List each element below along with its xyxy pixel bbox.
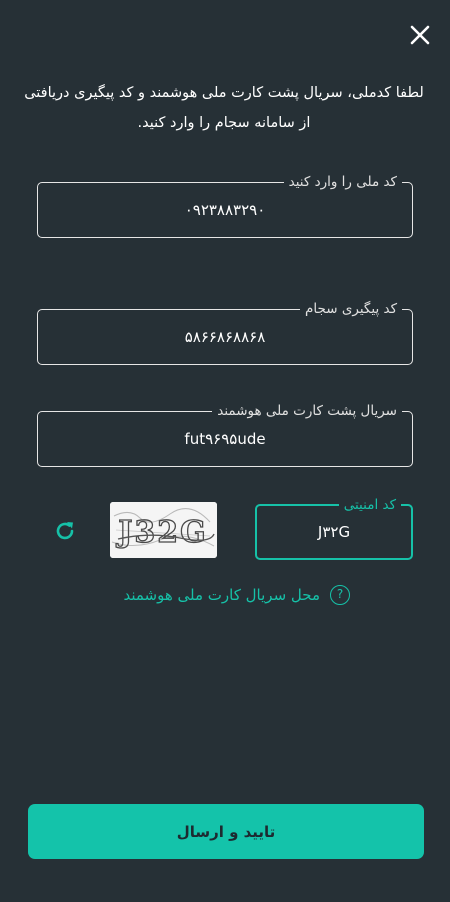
captcha-text: J32G	[115, 515, 208, 550]
captcha-image: J32G	[110, 502, 217, 558]
card-serial-label: سریال پشت کارت ملی هوشمند	[212, 402, 402, 420]
card-serial-help-link[interactable]: ? محل سریال کارت ملی هوشمند	[100, 582, 350, 608]
intro-text: لطفا کدملی، سریال پشت کارت ملی هوشمند و …	[24, 85, 424, 131]
national-code-input[interactable]: ۰۹۲۳۸۸۳۲۹۰	[38, 201, 412, 219]
security-code-field[interactable]: کد امنیتی J۳۲G	[255, 496, 413, 560]
close-button[interactable]	[407, 22, 433, 48]
tracking-code-field[interactable]: کد پیگیری سجام ۵۸۶۶۸۶۸۸۶۸	[37, 300, 413, 365]
tracking-code-input[interactable]: ۵۸۶۶۸۶۸۸۶۸	[38, 328, 412, 346]
submit-button[interactable]: تایید و ارسال	[28, 804, 424, 859]
tracking-code-label: کد پیگیری سجام	[300, 300, 402, 318]
card-serial-input[interactable]: fut۹۶۹۵ude	[38, 430, 412, 448]
refresh-captcha-button[interactable]	[52, 518, 78, 544]
close-icon	[410, 25, 430, 45]
refresh-icon	[56, 522, 74, 540]
national-code-field[interactable]: کد ملی را وارد کنید ۰۹۲۳۸۸۳۲۹۰	[37, 173, 413, 238]
security-code-input[interactable]: J۳۲G	[257, 523, 411, 541]
national-code-label: کد ملی را وارد کنید	[283, 173, 402, 191]
card-serial-field[interactable]: سریال پشت کارت ملی هوشمند fut۹۶۹۵ude	[37, 402, 413, 467]
question-icon: ?	[330, 585, 350, 605]
security-code-label: کد امنیتی	[338, 496, 401, 514]
help-link-text: محل سریال کارت ملی هوشمند	[123, 586, 320, 604]
